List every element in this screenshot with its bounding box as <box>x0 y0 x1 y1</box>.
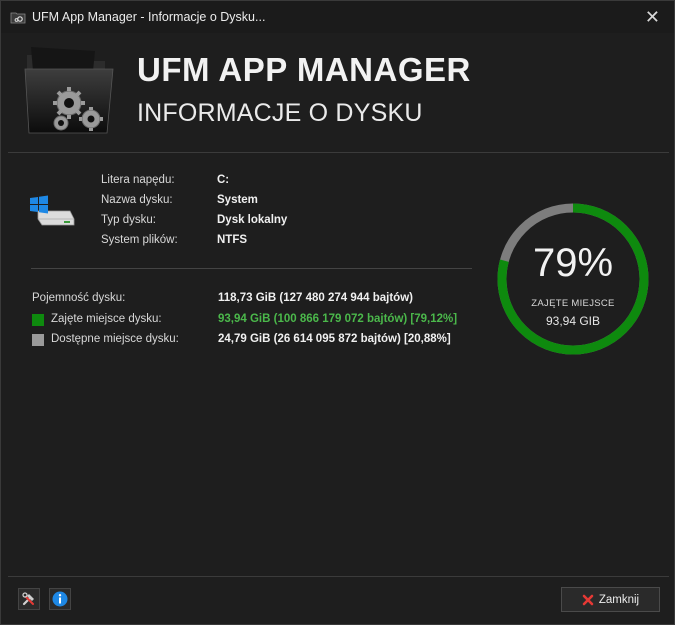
free-space-label: Dostępne miejsce dysku: <box>51 333 179 345</box>
app-name: UFM APP MANAGER <box>137 51 471 88</box>
gauge-percent: 79% <box>532 241 614 285</box>
total-capacity-value: 118,73 GiB (127 480 274 944 bajtów) <box>218 292 413 304</box>
used-space-value: 93,94 GiB (100 866 179 072 bajtów) [79,1… <box>218 313 458 325</box>
gauge-label: ZAJĘTE MIEJSCE <box>531 298 615 309</box>
used-space-swatch <box>32 314 44 326</box>
tools-button[interactable] <box>18 588 40 610</box>
disk-name-label: Nazwa dysku: <box>101 194 173 206</box>
windows-drive-icon <box>30 195 75 226</box>
file-system-value: NTFS <box>217 234 248 246</box>
used-space-label: Zajęte miejsce dysku: <box>51 313 162 325</box>
drive-letter-value: C: <box>217 174 230 186</box>
window-title: UFM App Manager - Informacje o Dysku... <box>32 10 266 24</box>
footer-divider <box>8 576 669 577</box>
red-x-icon <box>582 594 594 605</box>
app-icon <box>10 12 26 24</box>
info-button[interactable] <box>49 588 71 610</box>
page-subtitle: INFORMACJE O DYSKU <box>137 99 423 127</box>
disk-name-value: System <box>217 194 258 206</box>
disk-type-value: Dysk lokalny <box>217 214 288 226</box>
disk-info-window: UFM App Manager - Informacje o Dysku... … <box>0 0 675 625</box>
tools-icon <box>22 592 34 606</box>
folder-gears-icon <box>24 47 114 134</box>
gauge-value: 93,94 GIB <box>545 314 601 328</box>
close-button-label: Zamknij <box>598 593 640 606</box>
disk-type-label: Typ dysku: <box>101 214 156 226</box>
free-space-value: 24,79 GiB (26 614 095 872 bajtów) [20,88… <box>218 333 451 345</box>
close-icon[interactable]: ✕ <box>645 7 660 27</box>
file-system-label: System plików: <box>101 234 178 246</box>
header: UFM APP MANAGER INFORMACJE O DYSKU <box>1 33 674 153</box>
drive-letter-label: Litera napędu: <box>101 174 175 186</box>
info-icon <box>52 591 68 607</box>
title-bar[interactable]: UFM App Manager - Informacje o Dysku... … <box>1 1 674 33</box>
free-space-swatch <box>32 334 44 346</box>
close-button[interactable]: Zamknij <box>561 587 660 612</box>
total-capacity-label: Pojemność dysku: <box>32 292 126 304</box>
section-divider <box>31 268 472 269</box>
header-divider <box>8 152 669 153</box>
